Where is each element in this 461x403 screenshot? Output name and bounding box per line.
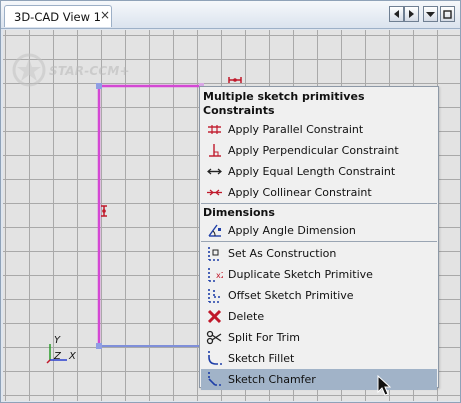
vertical-constraint-icon[interactable] [101, 205, 107, 217]
menu-item-angle-dimension[interactable]: Apply Angle Dimension [201, 220, 437, 241]
chamfer-icon [208, 372, 222, 386]
axis-label-y: Y [54, 335, 61, 346]
menu-item-label: Offset Sketch Primitive [228, 289, 354, 302]
triangle-left-icon [394, 10, 399, 18]
menu-item-label: Apply Collinear Constraint [228, 186, 372, 199]
dropdown-button[interactable] [423, 6, 438, 22]
section-header-dimensions: Dimensions [203, 206, 275, 219]
sketch-vertex [96, 343, 102, 349]
svg-text:x2: x2 [216, 271, 223, 280]
collinear-constraint-icon [207, 189, 222, 196]
cad-view-window: 3D-CAD View 1 × STAR-CCM+ Y Z X Multiple… [0, 0, 461, 403]
axis-label-x: X [69, 351, 76, 362]
tab-bar: 3D-CAD View 1 × [1, 1, 460, 29]
equal-length-constraint-icon [207, 168, 222, 175]
angle-dimension-icon [208, 224, 221, 237]
scroll-left-button[interactable] [389, 6, 404, 22]
menu-item-collinear-constraint[interactable]: Apply Collinear Constraint [201, 182, 437, 203]
menu-item-equal-length-constraint[interactable]: Apply Equal Length Constraint [201, 161, 437, 182]
menu-item-label: Apply Perpendicular Constraint [228, 144, 399, 157]
delete-icon [207, 309, 222, 324]
duplicate-icon: x2 [208, 268, 223, 282]
menu-item-set-as-construction[interactable]: Set As Construction [201, 243, 437, 264]
menu-item-split-for-trim[interactable]: Split For Trim [201, 327, 437, 348]
menu-item-duplicate-sketch-primitive[interactable]: x2 Duplicate Sketch Primitive [201, 264, 437, 285]
close-icon[interactable]: × [100, 8, 110, 22]
menu-item-label: Delete [228, 310, 265, 323]
tab-3d-cad-view[interactable]: 3D-CAD View 1 × [4, 5, 112, 27]
menu-item-sketch-fillet[interactable]: Sketch Fillet [201, 348, 437, 369]
menu-title: Multiple sketch primitives [203, 90, 365, 103]
offset-icon [208, 289, 221, 303]
triangle-right-icon [409, 10, 414, 18]
mouse-pointer-icon [377, 375, 391, 396]
tab-label: 3D-CAD View 1 [14, 10, 101, 24]
menu-item-parallel-constraint[interactable]: Apply Parallel Constraint [201, 119, 437, 140]
context-menu: Multiple sketch primitives Constraints A… [199, 86, 439, 390]
menu-item-label: Split For Trim [228, 331, 300, 344]
scissors-icon [206, 330, 222, 345]
square-icon [443, 9, 452, 19]
scroll-right-button[interactable] [404, 6, 419, 22]
menu-item-label: Apply Angle Dimension [228, 224, 356, 237]
menu-item-delete[interactable]: Delete [201, 306, 437, 327]
menu-separator [201, 241, 437, 242]
fillet-icon [208, 351, 222, 365]
perpendicular-constraint-icon [209, 144, 221, 157]
maximize-button[interactable] [440, 6, 455, 22]
menu-item-offset-sketch-primitive[interactable]: Offset Sketch Primitive [201, 285, 437, 306]
menu-item-perpendicular-constraint[interactable]: Apply Perpendicular Constraint [201, 140, 437, 161]
menu-item-label: Apply Parallel Constraint [228, 123, 364, 136]
axis-label-z: Z [54, 351, 61, 362]
menu-separator [201, 203, 437, 204]
construction-icon [208, 247, 221, 261]
horizontal-constraint-icon[interactable] [228, 77, 242, 83]
menu-item-label: Sketch Chamfer [228, 373, 316, 386]
parallel-constraint-icon [208, 125, 221, 134]
section-header-constraints: Constraints [203, 104, 275, 117]
sketch-vertex [96, 83, 102, 89]
menu-item-sketch-chamfer[interactable]: Sketch Chamfer [201, 369, 437, 390]
triangle-down-icon [426, 11, 435, 17]
menu-item-label: Apply Equal Length Constraint [228, 165, 396, 178]
menu-item-label: Duplicate Sketch Primitive [228, 268, 373, 281]
menu-item-label: Sketch Fillet [228, 352, 295, 365]
menu-item-label: Set As Construction [228, 247, 337, 260]
